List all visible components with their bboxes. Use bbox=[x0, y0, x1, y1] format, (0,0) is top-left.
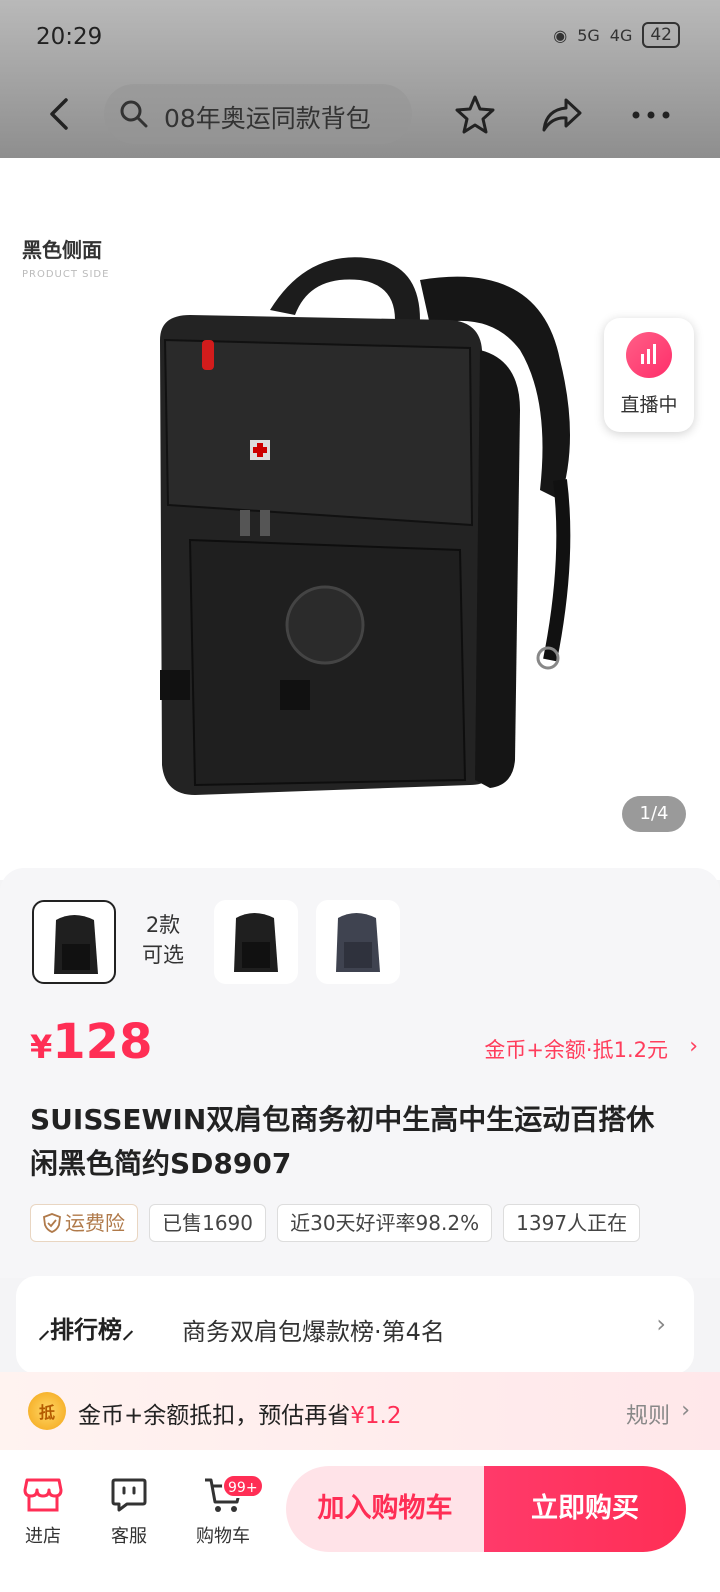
status-bar: 20:29 ◉ 5G 4G 42 bbox=[0, 0, 720, 72]
tag-viewers: 1397人正在 bbox=[503, 1204, 641, 1242]
ranking-badge-text: 排行榜 bbox=[50, 1316, 122, 1344]
bottom-action-bar: 进店 客服 购物车 99+ 加入购物车 立即购买 bbox=[0, 1450, 720, 1592]
search-text: 08年奥运同款背包 bbox=[164, 104, 371, 133]
shield-icon bbox=[43, 1213, 61, 1233]
image-pager: 1/4 bbox=[622, 796, 686, 832]
price: ¥128 bbox=[30, 1014, 152, 1070]
variant-count-line1: 2款 bbox=[145, 913, 181, 937]
variant-count-line2: 可选 bbox=[142, 943, 184, 967]
favorite-star-icon[interactable] bbox=[452, 92, 498, 138]
back-icon[interactable] bbox=[38, 92, 82, 136]
coins-text-main: 金币+余额抵扣，预估再省 bbox=[78, 1403, 351, 1429]
variant-thumb-gray[interactable] bbox=[316, 900, 400, 984]
service-label: 客服 bbox=[111, 1526, 147, 1547]
buy-now-button[interactable]: 立即购买 bbox=[484, 1466, 686, 1552]
variant-thumb-black[interactable] bbox=[214, 900, 298, 984]
caption-subtext: PRODUCT SIDE bbox=[22, 269, 110, 280]
product-title: SUISSEWIN双肩包商务初中生高中生运动百搭休闲黑色简约SD8907 bbox=[30, 1103, 655, 1180]
network-5g-icon: 5G bbox=[577, 25, 600, 45]
chevron-right-icon: › bbox=[656, 1310, 666, 1338]
coins-deduct-bar[interactable]: 抵 金币+余额抵扣，预估再省¥1.2 规则 › bbox=[0, 1372, 720, 1450]
rules-link[interactable]: 规则 bbox=[626, 1398, 670, 1430]
product-info-panel: 2款 可选 ¥128 金币+余额·抵1.2元 › SUISSEWIN双肩包商务初… bbox=[0, 868, 720, 1278]
nav-row: 08年奥运同款背包 bbox=[0, 82, 720, 148]
battery-icon: 42 bbox=[642, 22, 680, 48]
variant-count[interactable]: 2款 可选 bbox=[142, 910, 184, 970]
coin-deduct-link[interactable]: 金币+余额·抵1.2元 › bbox=[484, 1034, 698, 1064]
share-icon[interactable] bbox=[538, 92, 584, 138]
price-amount: 128 bbox=[52, 1014, 153, 1070]
status-icons: ◉ 5G 4G 42 bbox=[553, 22, 680, 48]
price-currency: ¥ bbox=[30, 1028, 53, 1066]
ranking-text: 商务双肩包爆款榜·第4名 bbox=[182, 1318, 445, 1346]
coins-text: 金币+余额抵扣，预估再省¥1.2 bbox=[78, 1396, 402, 1430]
coin-icon: 抵 bbox=[28, 1392, 66, 1430]
live-label: 直播中 bbox=[620, 394, 678, 416]
cart-label: 购物车 bbox=[196, 1526, 250, 1547]
live-icon bbox=[626, 332, 672, 378]
coin-deduct-text: 金币+余额·抵1.2元 bbox=[484, 1038, 668, 1062]
store-button[interactable]: 进店 bbox=[8, 1476, 78, 1548]
tag-rating: 近30天好评率98.2% bbox=[277, 1204, 493, 1242]
service-button[interactable]: 客服 bbox=[94, 1476, 164, 1548]
add-to-cart-button[interactable]: 加入购物车 bbox=[286, 1466, 484, 1552]
store-icon bbox=[23, 1478, 63, 1512]
coins-save: ¥1.2 bbox=[350, 1403, 402, 1429]
caption-text: 黑色侧面 bbox=[22, 238, 102, 262]
search-bar[interactable]: 08年奥运同款背包 bbox=[104, 84, 412, 144]
variant-thumb-main[interactable] bbox=[32, 900, 116, 984]
chat-icon bbox=[111, 1478, 147, 1512]
image-caption: 黑色侧面 PRODUCT SIDE bbox=[22, 234, 109, 280]
ranking-card[interactable]: ⸝排行榜⸝ 商务双肩包爆款榜·第4名 › bbox=[16, 1276, 694, 1374]
wifi-icon: ◉ bbox=[553, 25, 568, 45]
store-label: 进店 bbox=[25, 1526, 61, 1547]
coin-icon-text: 抵 bbox=[38, 1403, 55, 1422]
backpack-image bbox=[160, 257, 571, 795]
more-icon[interactable] bbox=[628, 92, 674, 138]
chevron-right-icon: › bbox=[689, 1034, 698, 1059]
tag-insurance[interactable]: 运费险 bbox=[30, 1204, 138, 1242]
search-icon bbox=[120, 100, 148, 128]
live-stream-button[interactable]: 直播中 bbox=[604, 318, 694, 432]
tag-sold: 已售1690 bbox=[149, 1204, 266, 1242]
tag-row: 运费险 已售1690 近30天好评率98.2% 1397人正在 bbox=[30, 1204, 680, 1244]
chevron-right-icon: › bbox=[681, 1398, 690, 1423]
network-4g-icon: 4G bbox=[609, 25, 633, 45]
tag-insurance-label: 运费险 bbox=[65, 1211, 125, 1235]
ranking-badge: ⸝排行榜⸝ bbox=[38, 1316, 134, 1344]
header-bar: 20:29 ◉ 5G 4G 42 08年奥运同款背包 bbox=[0, 0, 720, 158]
status-time: 20:29 bbox=[36, 24, 103, 50]
cart-count-badge: 99+ bbox=[222, 1474, 264, 1498]
